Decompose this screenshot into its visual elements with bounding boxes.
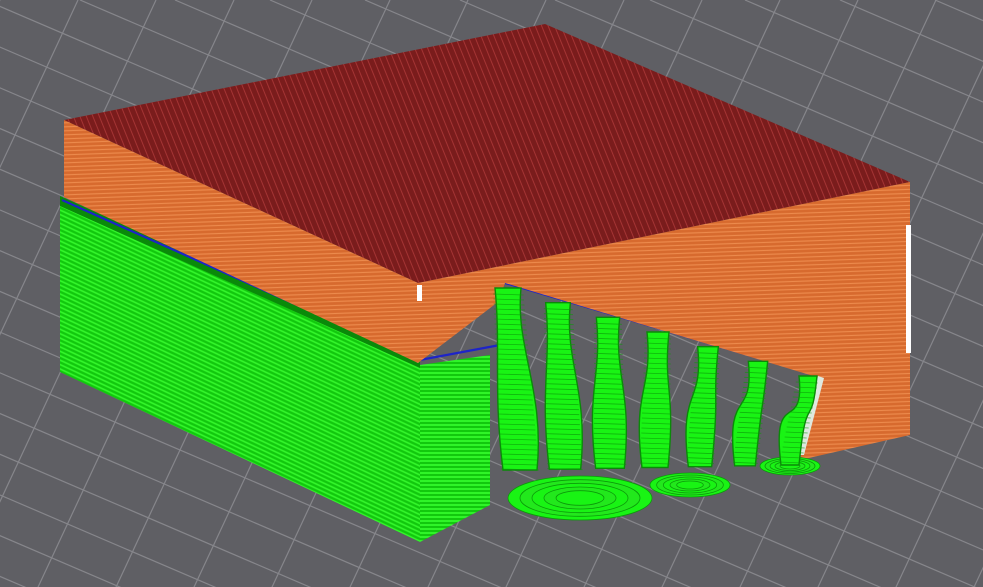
wipe-marker: [417, 285, 422, 301]
support-base: [676, 480, 704, 490]
grid-line: [973, 566, 983, 587]
wipe-marker: [906, 225, 911, 353]
support-tree: [638, 331, 672, 469]
gcode-preview-scene[interactable]: [0, 0, 983, 587]
support-base: [555, 490, 605, 506]
3d-preview-viewport[interactable]: [0, 0, 983, 587]
